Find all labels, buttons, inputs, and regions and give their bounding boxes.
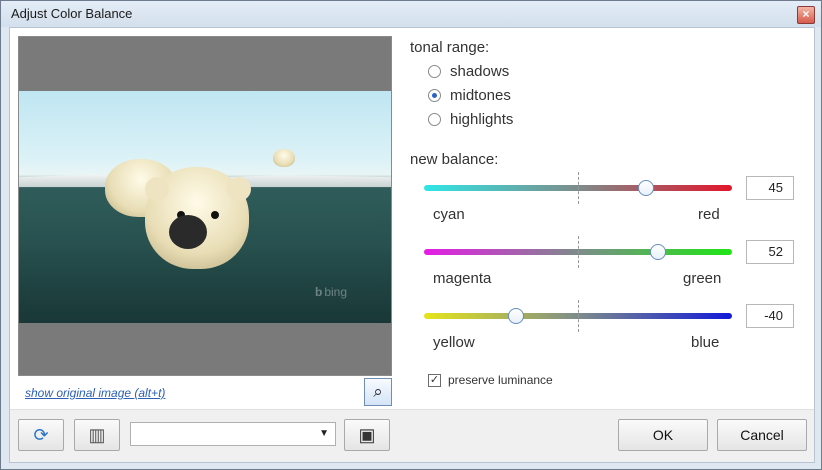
show-original-link[interactable]: show original image (alt+t) <box>25 386 165 400</box>
radio-highlights-indicator[interactable] <box>428 112 441 126</box>
zoom-icon: ⌕ <box>373 382 383 401</box>
ruler-icon: ▥ <box>88 425 106 445</box>
yellow-label: yellow <box>433 334 475 351</box>
new-balance-heading: new balance: <box>410 151 499 168</box>
radio-shadows[interactable]: shadows <box>428 61 509 81</box>
blue-label: blue <box>691 334 720 351</box>
cyan-red-center-mark <box>578 172 579 204</box>
save-icon: ▣ <box>358 425 376 445</box>
image-preview: b bing <box>18 36 392 376</box>
radio-midtones[interactable]: midtones <box>428 85 511 105</box>
radio-midtones-label: midtones <box>450 86 511 104</box>
radio-highlights-label: highlights <box>450 110 514 128</box>
main-bear-nose <box>169 215 207 249</box>
save-preset-button[interactable]: ▣ <box>344 419 390 451</box>
magenta-label: magenta <box>433 270 492 287</box>
main-bear-right-ear <box>227 177 251 201</box>
radio-shadows-indicator[interactable] <box>428 64 441 78</box>
magenta-green-slider-thumb[interactable] <box>650 244 667 260</box>
cyan-red-value-field[interactable]: 45 <box>746 176 794 200</box>
ruler-button[interactable]: ▥ <box>74 419 120 451</box>
dialog-footer: ⟳ ▥ ▼ ▣ OK Cancel <box>10 409 814 462</box>
radio-highlights[interactable]: highlights <box>428 109 513 129</box>
close-button[interactable]: × <box>797 6 815 24</box>
cancel-button[interactable]: Cancel <box>717 419 807 451</box>
preserve-luminance-option[interactable]: ✓ preserve luminance <box>428 373 553 387</box>
tonal-range-heading: tonal range: <box>410 39 490 56</box>
preserve-luminance-label: preserve luminance <box>448 373 553 387</box>
cyan-label: cyan <box>433 206 465 223</box>
yellow-blue-value-field[interactable]: -40 <box>746 304 794 328</box>
magenta-green-center-mark <box>578 236 579 268</box>
cyan-red-slider-thumb[interactable] <box>637 180 654 196</box>
adjust-color-balance-dialog: Adjust Color Balance × b bing show origin… <box>0 0 822 470</box>
window-title: Adjust Color Balance <box>11 6 133 21</box>
refresh-button[interactable]: ⟳ <box>18 419 64 451</box>
preset-select[interactable]: ▼ <box>130 422 336 446</box>
dialog-client-area: b bing show original image (alt+t) ⌕ tona… <box>9 27 815 463</box>
refresh-icon: ⟳ <box>33 425 49 445</box>
yellow-blue-slider-thumb[interactable] <box>508 308 525 324</box>
main-bear-left-ear <box>145 177 169 201</box>
title-bar[interactable]: Adjust Color Balance × <box>1 1 821 27</box>
radio-midtones-indicator[interactable] <box>428 88 441 102</box>
yellow-blue-center-mark <box>578 300 579 332</box>
small-bear-distant <box>273 149 295 167</box>
red-label: red <box>698 206 720 223</box>
green-label: green <box>683 270 722 287</box>
preserve-luminance-checkbox[interactable]: ✓ <box>428 373 441 387</box>
radio-shadows-label: shadows <box>450 62 510 80</box>
preview-photo: b bing <box>19 91 391 323</box>
bing-watermark: b bing <box>314 285 347 299</box>
main-bear-right-eye <box>211 211 219 219</box>
magenta-green-value-field[interactable]: 52 <box>746 240 794 264</box>
bing-icon: b <box>314 285 323 299</box>
ok-button[interactable]: OK <box>618 419 708 451</box>
chevron-down-icon[interactable]: ▼ <box>319 428 329 439</box>
zoom-fit-button[interactable]: ⌕ <box>364 378 392 406</box>
